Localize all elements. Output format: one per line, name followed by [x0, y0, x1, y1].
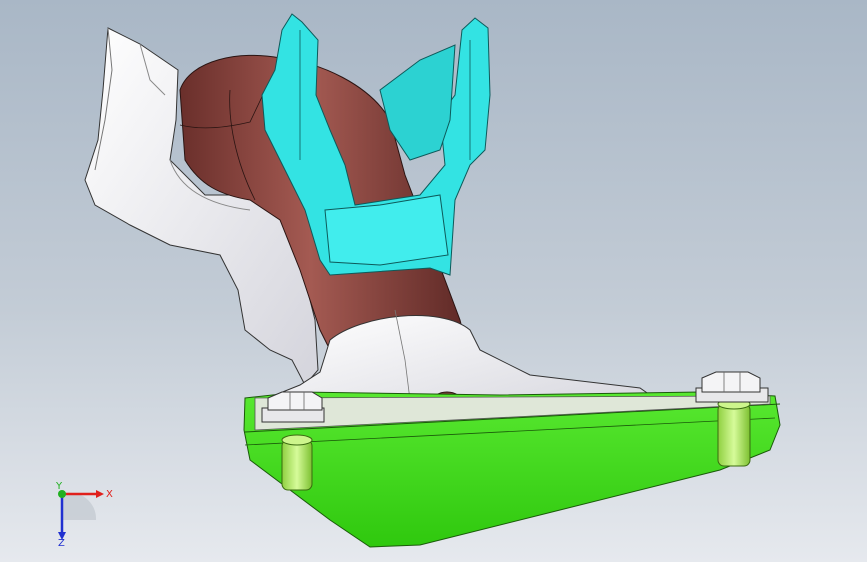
x-axis-label: X: [106, 489, 113, 500]
y-axis-label: Y: [55, 481, 63, 492]
model-scene[interactable]: [0, 0, 867, 562]
z-axis-label: Z: [58, 538, 65, 548]
graphics-viewport[interactable]: X Y Z: [0, 0, 867, 562]
coordinate-triad: X Y Z: [55, 481, 113, 548]
